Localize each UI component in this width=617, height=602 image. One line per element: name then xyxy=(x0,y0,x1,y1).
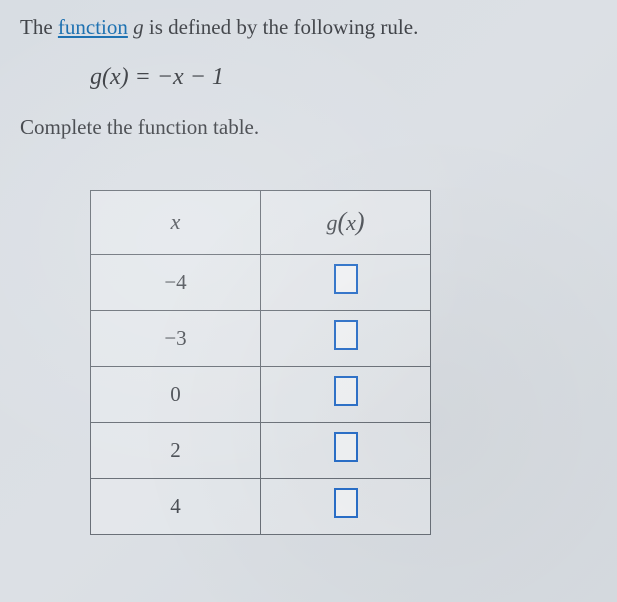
formula-x: x xyxy=(110,64,121,90)
cell-gx xyxy=(261,310,431,366)
formula-eq: = xyxy=(129,64,157,90)
table-row: 2 xyxy=(91,422,431,478)
cell-gx xyxy=(261,478,431,534)
header-x: x xyxy=(91,190,261,254)
header-gx-x: x xyxy=(346,210,356,235)
intro-suffix: is defined by the following rule. xyxy=(144,15,419,39)
table-row: −3 xyxy=(91,310,431,366)
formula-rhs: −x − 1 xyxy=(157,64,224,90)
cell-x: 0 xyxy=(91,366,261,422)
cell-x: 2 xyxy=(91,422,261,478)
header-gx-g: g xyxy=(326,210,337,235)
cell-gx xyxy=(261,366,431,422)
answer-input[interactable] xyxy=(334,432,358,462)
table-row: 0 xyxy=(91,366,431,422)
intro-text: The function g is defined by the followi… xyxy=(20,12,597,44)
cell-x: 4 xyxy=(91,478,261,534)
function-table: x g(x) −4 −3 0 2 4 xyxy=(90,190,431,535)
table-row: −4 xyxy=(91,254,431,310)
intro-prefix: The xyxy=(20,15,58,39)
formula-paren-close: ) xyxy=(121,64,129,90)
answer-input[interactable] xyxy=(334,320,358,350)
header-gx-close: ) xyxy=(356,207,365,236)
header-gx-open: ( xyxy=(337,207,346,236)
instruction-text: Complete the function table. xyxy=(20,115,597,140)
cell-gx xyxy=(261,422,431,478)
function-link[interactable]: function xyxy=(58,15,128,39)
answer-input[interactable] xyxy=(334,488,358,518)
table-header-row: x g(x) xyxy=(91,190,431,254)
header-gx: g(x) xyxy=(261,190,431,254)
formula-paren-open: ( xyxy=(102,64,110,90)
cell-gx xyxy=(261,254,431,310)
answer-input[interactable] xyxy=(334,264,358,294)
cell-x: −3 xyxy=(91,310,261,366)
cell-x: −4 xyxy=(91,254,261,310)
formula-g: g xyxy=(90,64,102,90)
answer-input[interactable] xyxy=(334,376,358,406)
table-row: 4 xyxy=(91,478,431,534)
function-table-wrap: x g(x) −4 −3 0 2 4 xyxy=(90,190,597,535)
formula: g(x) = −x − 1 xyxy=(90,64,597,91)
intro-var: g xyxy=(133,15,144,39)
